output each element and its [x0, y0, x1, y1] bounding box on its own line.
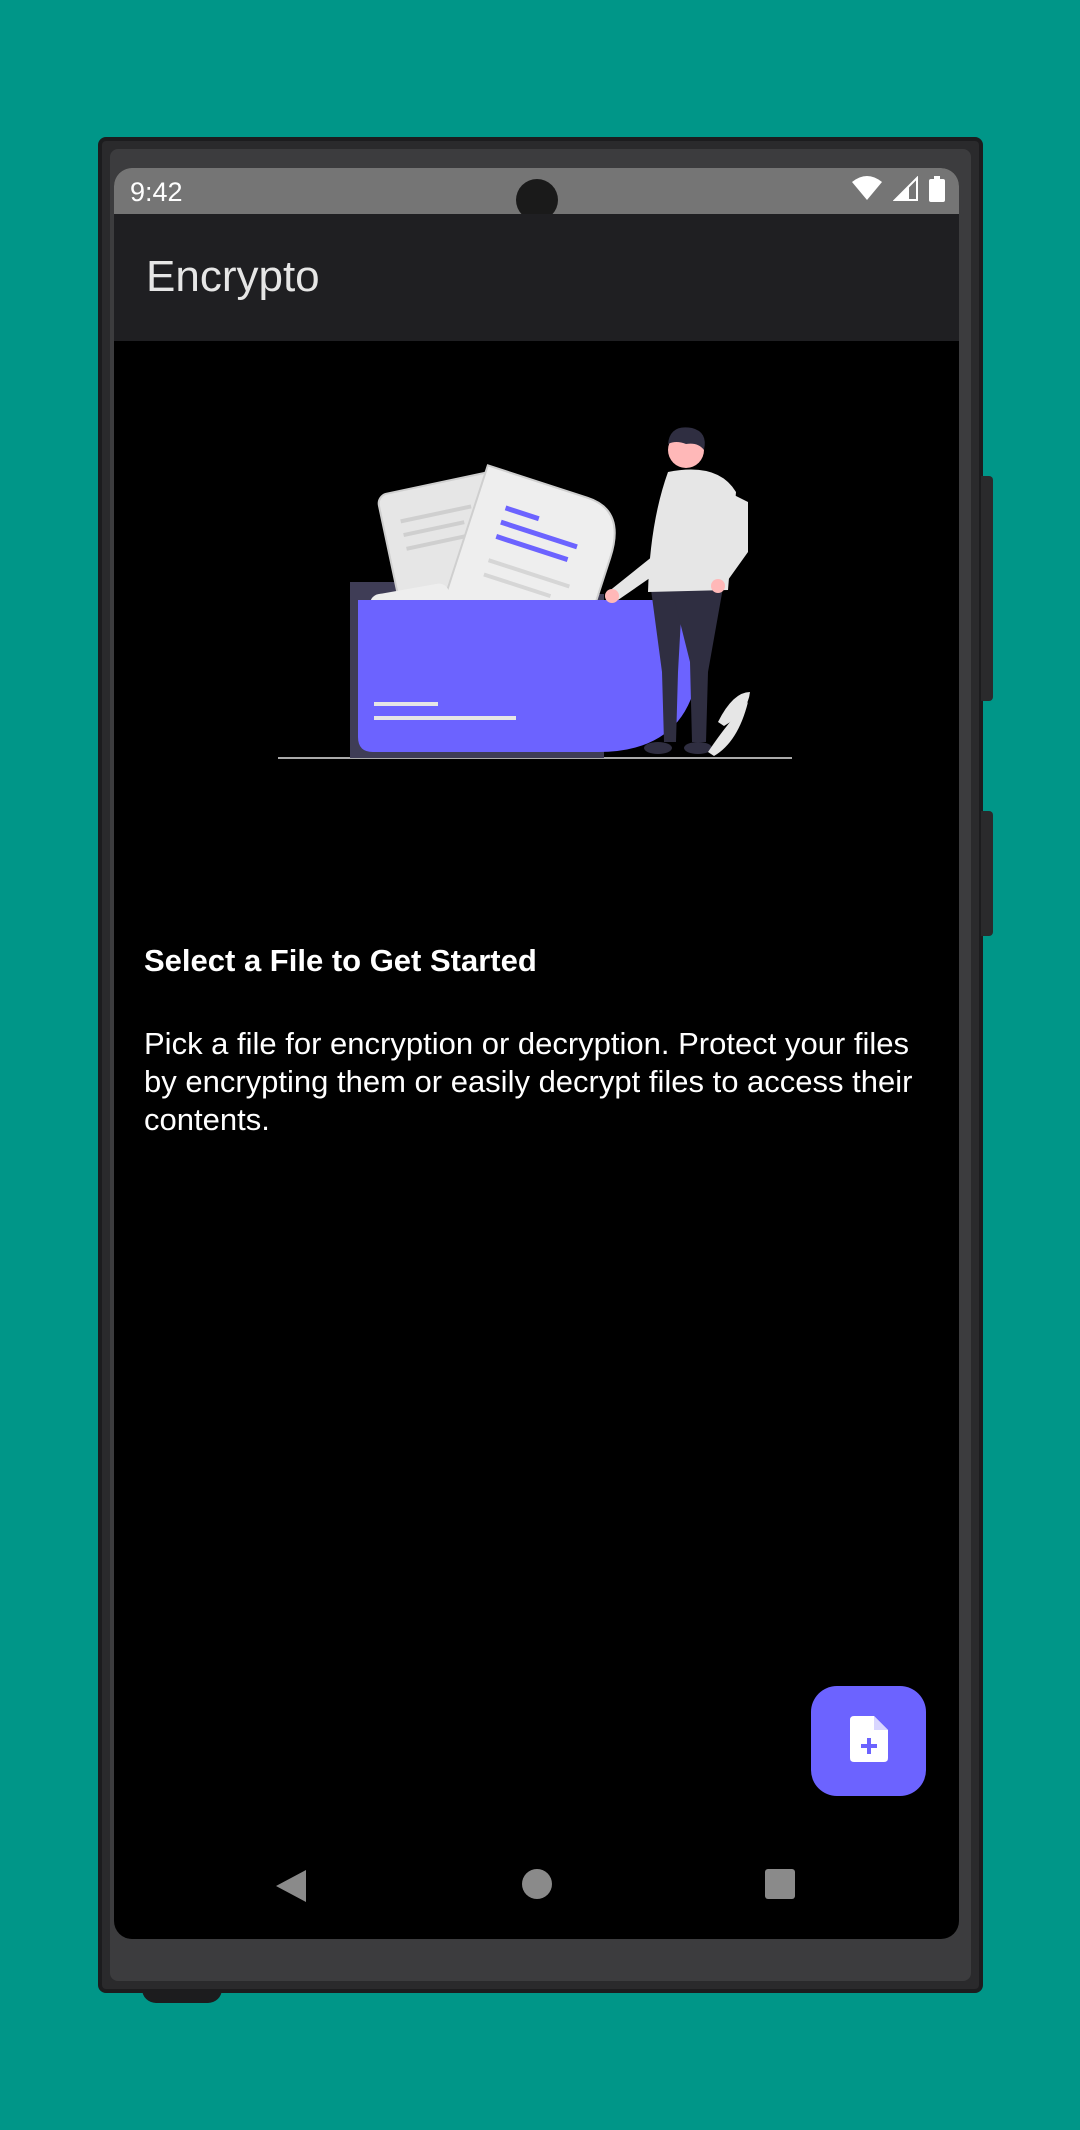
device-foot [142, 1989, 222, 2003]
recents-icon[interactable] [764, 1868, 796, 1905]
navigation-bar [114, 1858, 959, 1918]
power-button [981, 476, 993, 701]
file-folder-person-illustration [278, 422, 796, 762]
empty-state-description: Pick a file for encryption or decryption… [144, 1026, 913, 1137]
empty-state-heading: Select a File to Get Started [144, 943, 537, 978]
file-add-icon [849, 1715, 888, 1767]
app-screen: 9:42 Encrypto Select a File to Get Start… [114, 168, 959, 1939]
app-title: Encrypto [146, 252, 320, 301]
status-time: 9:42 [130, 177, 183, 207]
status-bar: 9:42 [114, 168, 959, 221]
app-bar: Encrypto [114, 214, 959, 341]
home-icon[interactable] [521, 1868, 553, 1905]
battery-icon [929, 176, 945, 207]
wifi-icon [851, 176, 883, 207]
cell-signal-icon [892, 175, 919, 207]
add-file-button[interactable] [811, 1686, 926, 1796]
volume-button [981, 811, 993, 936]
status-icons [851, 175, 945, 207]
back-icon[interactable] [274, 1868, 308, 1909]
